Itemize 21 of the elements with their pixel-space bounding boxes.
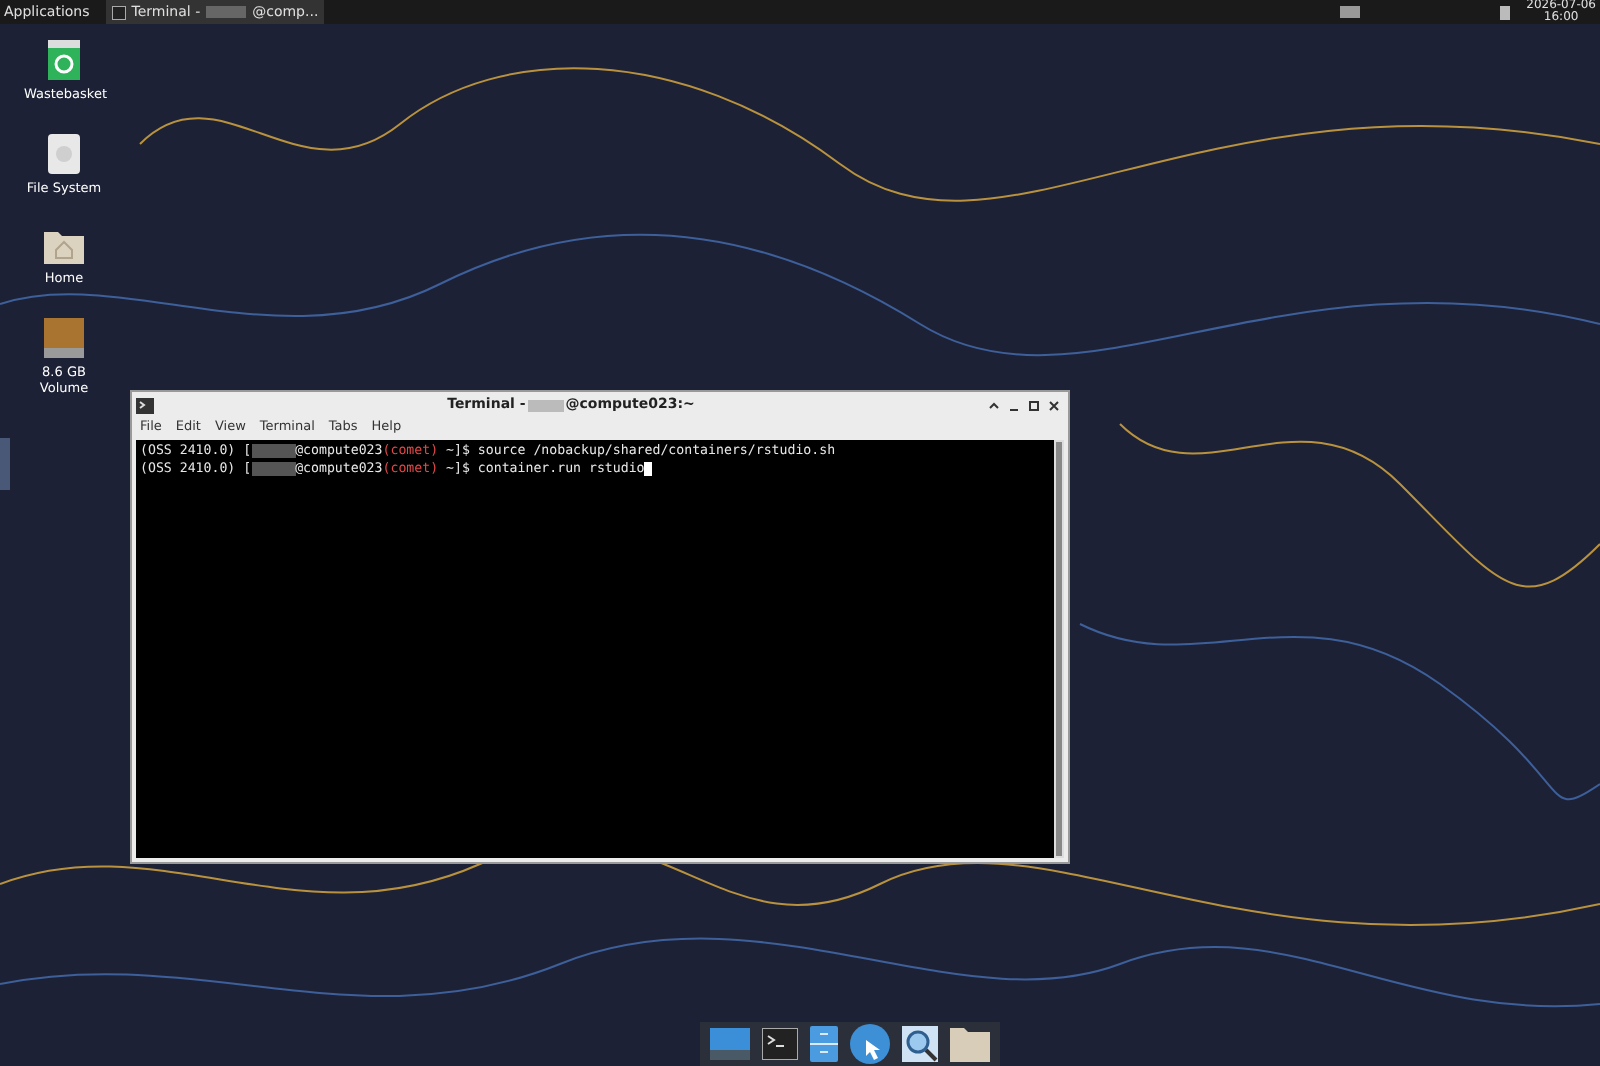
home-folder-icon — [44, 228, 84, 264]
redacted-block — [251, 444, 296, 458]
redacted-block — [251, 462, 296, 476]
terminal-icon — [111, 5, 126, 19]
caret-up-icon[interactable] — [988, 399, 1000, 411]
terminal-icon — [136, 397, 154, 413]
redacted-block — [206, 6, 247, 18]
side-panel-handle[interactable] — [0, 438, 10, 490]
folder-icon[interactable] — [950, 1026, 990, 1062]
window-icon[interactable] — [1340, 6, 1361, 18]
volume-drive-icon — [44, 318, 84, 358]
recycle-bin-icon — [46, 40, 82, 80]
battery-icon[interactable] — [1500, 5, 1511, 19]
globe-icon[interactable] — [850, 1024, 890, 1064]
terminal-icon[interactable] — [762, 1028, 798, 1060]
redacted-block — [527, 399, 564, 411]
search-icon[interactable] — [902, 1026, 938, 1062]
maximize-icon[interactable] — [1028, 399, 1040, 411]
close-icon[interactable] — [1048, 399, 1060, 411]
scrollbar[interactable] — [1054, 440, 1064, 858]
drive-icon — [48, 134, 80, 174]
